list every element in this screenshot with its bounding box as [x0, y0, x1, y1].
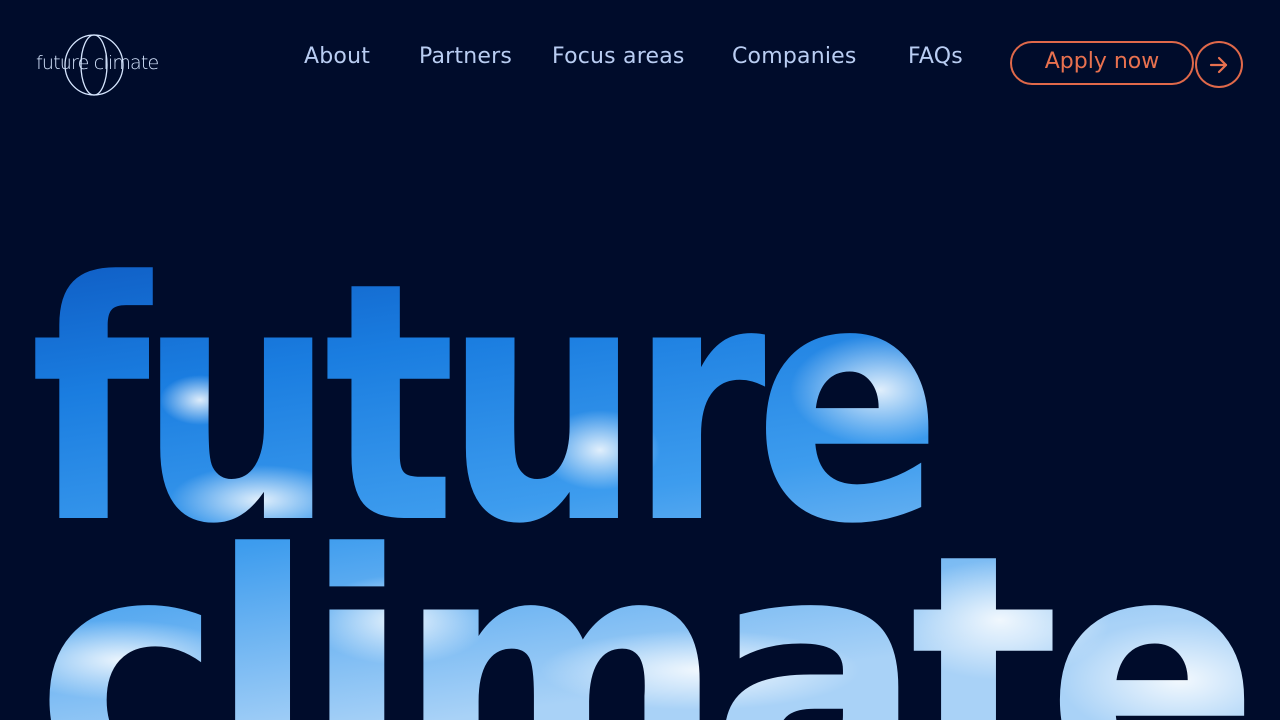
hero-section: future climate future climate [0, 200, 1280, 720]
nav-item-about[interactable]: About [304, 44, 370, 69]
hero-wordmark: future climate [30, 212, 1248, 720]
nav-item-faqs[interactable]: FAQs [908, 44, 963, 69]
apply-arrow-button[interactable] [1195, 41, 1243, 88]
logo-link[interactable]: future climate [36, 32, 159, 98]
nav-item-partners[interactable]: Partners [419, 44, 512, 69]
page: future climate About Partners Focus area… [0, 0, 1280, 720]
arrow-right-icon [1209, 56, 1228, 73]
logo-text: future climate [36, 52, 159, 74]
site-header: future climate About Partners Focus area… [0, 0, 1280, 128]
nav-item-focus-areas[interactable]: Focus areas [552, 44, 685, 69]
apply-now-button[interactable]: Apply now [1010, 41, 1194, 85]
nav-item-companies[interactable]: Companies [732, 44, 857, 69]
